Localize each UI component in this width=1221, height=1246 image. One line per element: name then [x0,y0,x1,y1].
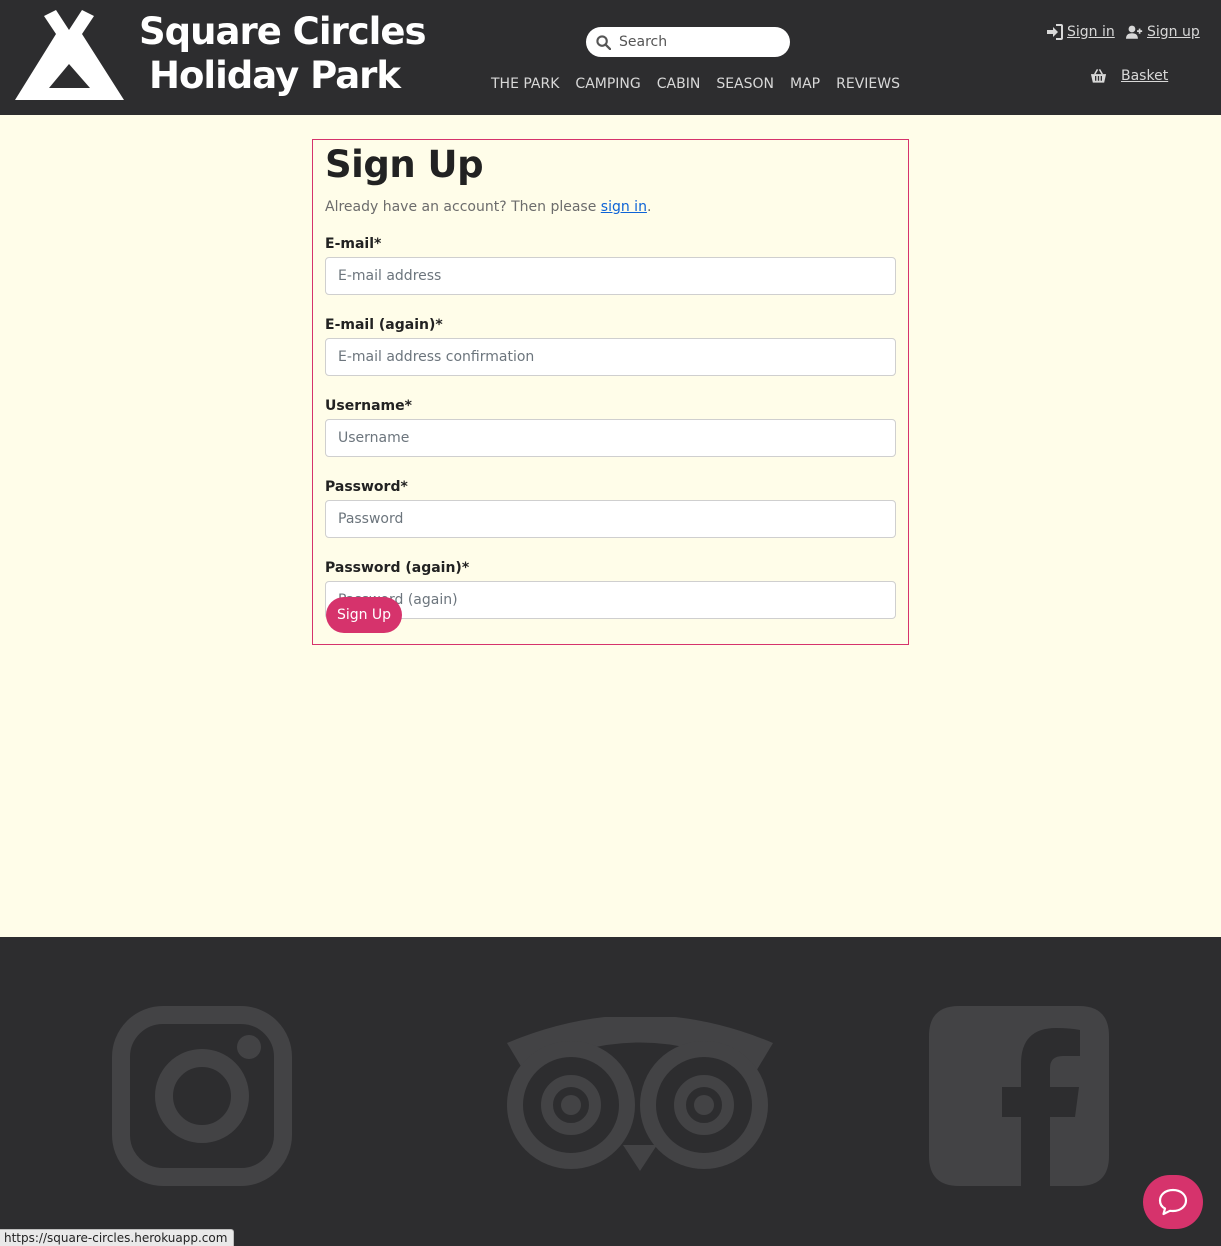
nav-item-map[interactable]: MAP [790,76,820,92]
facebook-icon[interactable] [929,1006,1109,1186]
site-title-line1: Square Circles [139,10,426,53]
status-url-bar: https://square-circles.herokuapp.com [0,1229,235,1246]
email-label: E-mail* [325,236,382,252]
signin-prompt-suffix: . [646,199,652,215]
site-title: Square Circles Holiday Park [139,10,426,98]
signin-prompt: Already have an account? Then please sig… [325,199,896,215]
nav-item-cabin[interactable]: CABIN [657,76,701,92]
tripadvisor-icon[interactable] [505,1017,775,1173]
nav-item-season[interactable]: SEASON [716,76,774,92]
signin-prompt-link[interactable]: sign in [601,199,647,215]
chat-button[interactable] [1143,1175,1203,1229]
instagram-icon[interactable] [112,1006,292,1186]
search-input[interactable] [619,34,779,50]
site-logo[interactable]: Square Circles Holiday Park [12,10,426,102]
add-user-icon [1126,25,1143,39]
tent-logo-icon [15,10,124,100]
username-label: Username* [325,398,412,414]
username-field[interactable] [325,419,896,457]
password-label: Password* [325,479,408,495]
nav-item-reviews[interactable]: REVIEWS [836,76,900,92]
site-title-line2: Holiday Park [149,54,401,97]
basket-icon [1090,69,1107,83]
password-confirm-field[interactable] [325,581,896,619]
site-header: Square Circles Holiday Park THE PARK CAM… [0,0,1221,115]
signup-card: Sign Up Already have an account? Then pl… [312,139,909,645]
sign-up-button[interactable]: Sign Up [326,597,402,633]
chat-bubble-icon [1158,1188,1188,1216]
search-bar[interactable] [586,27,790,57]
password-confirm-label: Password (again)* [325,560,470,576]
site-footer [0,937,1221,1246]
search-icon [596,34,611,50]
nav-item-the-park[interactable]: THE PARK [491,76,559,92]
sign-in-icon [1047,24,1063,40]
sign-in-link[interactable]: Sign in [1067,24,1115,40]
password-field[interactable] [325,500,896,538]
sign-up-link-group: Sign up [1126,24,1200,40]
sign-in-link-group: Sign in [1046,24,1115,40]
basket-link[interactable]: Basket [1121,68,1168,84]
main-nav: THE PARK CAMPING CABIN SEASON MAP REVIEW… [483,76,908,92]
email-field[interactable] [325,257,896,295]
signin-prompt-text: Already have an account? Then please [325,199,601,215]
basket-link-group: Basket [1090,68,1168,84]
page-title: Sign Up [325,143,484,186]
email-confirm-field[interactable] [325,338,896,376]
email-confirm-label: E-mail (again)* [325,317,443,333]
sign-up-link[interactable]: Sign up [1147,24,1200,40]
nav-item-camping[interactable]: CAMPING [575,76,640,92]
